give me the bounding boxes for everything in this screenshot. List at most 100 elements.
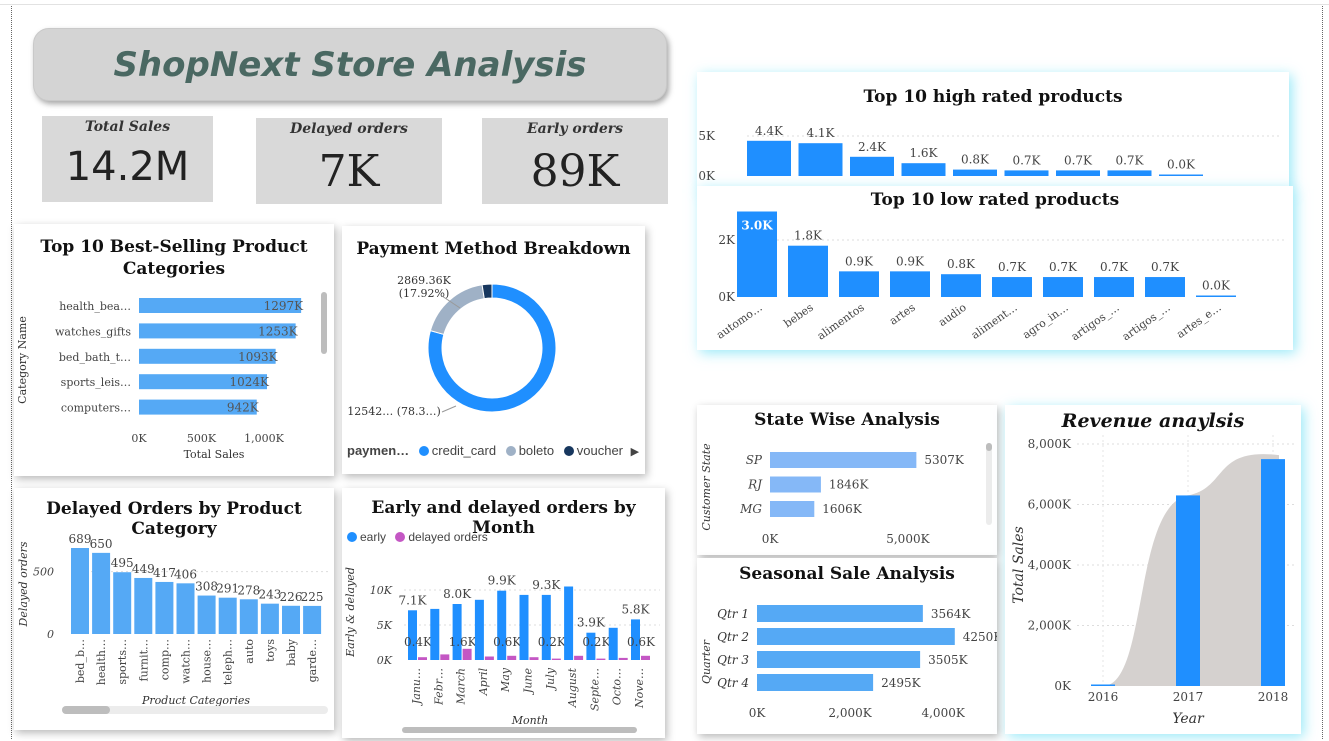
legend-item-credit-card[interactable]: credit_card [418,443,496,458]
best-selling-panel[interactable]: Top 10 Best-Selling Product Categories h… [14,224,334,476]
legend-item-voucher[interactable]: voucher [563,443,623,458]
category-label: August [566,667,579,708]
data-label: 1253K [258,324,299,338]
title-banner: ShopNext Store Analysis [33,28,667,101]
data-label: 8.0K [443,587,472,601]
bar [850,156,894,176]
y-tick-label: 2K [718,233,736,247]
month-chart: 10K 5K 0K 7.1K 0.4K Janu… Febr… 8.0K 1.6K March Ap… [344,567,660,727]
data-label: 0.2K [538,635,567,649]
slice-label: 12542… (78.3…) [347,405,441,418]
category-label: automo… [714,301,765,342]
kpi-label: Total Sales [84,119,171,135]
bar [239,599,258,634]
data-label: 0.9K [845,254,874,268]
revenue-panel[interactable]: Revenue anaylsis 8,000K 6,000K 4,000K 2,000… [1005,405,1301,734]
bar-delayed [440,654,450,660]
month-panel[interactable]: Early and delayed orders by Month early … [342,488,665,738]
y-tick-label: 6,000K [1028,498,1072,512]
category-label: auto [243,639,256,664]
bar [953,169,997,176]
data-label: 1.8K [794,229,823,243]
bar-delayed [418,657,427,660]
y-axis-title: Early & delayed [344,567,357,658]
category-label: Octo… [611,668,624,705]
category-label: SP [746,453,763,467]
bar [757,628,955,645]
category-label: aliment… [969,301,1020,342]
bar [134,577,153,634]
category-label: RJ [747,478,763,492]
kpi-delayed-orders[interactable]: Delayed orders 7K [256,118,442,204]
bar [303,605,322,634]
category-label: Nove… [633,668,646,709]
bar-early [430,608,440,660]
scrollbar-track[interactable] [986,443,992,525]
data-label: 0.4K [404,635,433,649]
seasonal-panel[interactable]: Seasonal Sale Analysis Qtr 1 3564K Qtr 2 42… [697,558,997,734]
dashboard-title: ShopNext Store Analysis [113,45,587,85]
y-axis-title: Customer State [700,443,713,531]
category-label: agro_in… [1020,301,1071,342]
bar-early [608,627,618,660]
scrollbar[interactable] [402,727,637,733]
x-axis-title: Year [1172,711,1205,727]
data-label: 2.4K [858,140,887,154]
x-tick-label: 4,000K [921,706,965,720]
data-label: 689 [69,532,92,546]
data-label: 0.7K [1100,260,1129,274]
data-label: 278 [237,583,260,597]
legend-next-arrow-icon[interactable]: ▶ [631,446,639,458]
data-label: 9.9K [488,574,517,588]
y-tick-label: 8,000K [1028,437,1072,451]
data-label: 495 [111,556,134,570]
state-panel[interactable]: State Wise Analysis SP 5307K RJ 1846K MG 1606… [697,405,997,555]
data-label: 7.1K [398,593,427,607]
bar-delayed [507,655,517,660]
kpi-total-sales[interactable]: Total Sales 14.2M [42,116,213,202]
y-axis-title: Total Sales [1011,526,1027,603]
category-label: MG [739,502,762,516]
scrollbar-thumb[interactable] [62,706,110,714]
data-label: 1.6K [449,635,478,649]
data-label: 308 [195,580,218,594]
scrollbar-thumb[interactable] [986,443,992,451]
x-tick-label: 0K [762,532,780,546]
bar-delayed [551,658,561,660]
payment-panel[interactable]: Payment Method Breakdown 2869.36K (17.92%… [342,226,645,474]
kpi-early-orders[interactable]: Early orders 89K [482,118,668,204]
bar [770,501,815,517]
delayed-category-panel[interactable]: Delayed Orders by Product Category 500 0 6… [14,488,334,730]
x-tick-label: 2018 [1258,690,1289,704]
bar [282,605,300,634]
x-tick-label: 2017 [1173,690,1204,704]
data-label: 0.7K [1151,260,1180,274]
state-chart: SP 5307K RJ 1846K MG 1606K 0K 5,000K Customer St… [700,443,965,546]
data-label: 0.0K [1202,279,1231,293]
x-tick-label: 0K [131,432,147,445]
category-label: health_bea… [59,300,131,313]
data-label: 3564K [931,607,972,621]
high-rated-panel[interactable]: Top 10 high rated products 5K 0K 4.4K 4.1K 2… [697,72,1289,190]
data-label: 0.7K [1012,153,1041,167]
data-label: 1297K [264,299,305,313]
low-rated-panel[interactable]: Top 10 low rated products 2K 0K 3.0K automo… [697,186,1293,350]
data-label: 5307K [924,453,965,467]
category-label: bed_b… [74,639,87,683]
data-label: 243 [258,588,281,602]
category-label: watches_gifts [55,325,131,338]
data-label: 0.2K [582,635,611,649]
x-tick-label: 2,000K [828,706,872,720]
scrollbar[interactable] [321,292,327,354]
data-label: 5.8K [621,602,650,616]
category-label: artes_e… [1174,301,1224,341]
data-label: 417 [153,566,176,580]
kpi-label: Delayed orders [290,121,408,137]
category-label: toys [264,639,277,662]
bar [839,271,879,297]
slice-label: 2869.36K [397,274,451,287]
x-axis-title: Total Sales [184,448,245,461]
data-label: 1606K [822,502,863,516]
legend-item-boleto[interactable]: boleto [505,443,554,458]
bar [941,274,981,297]
